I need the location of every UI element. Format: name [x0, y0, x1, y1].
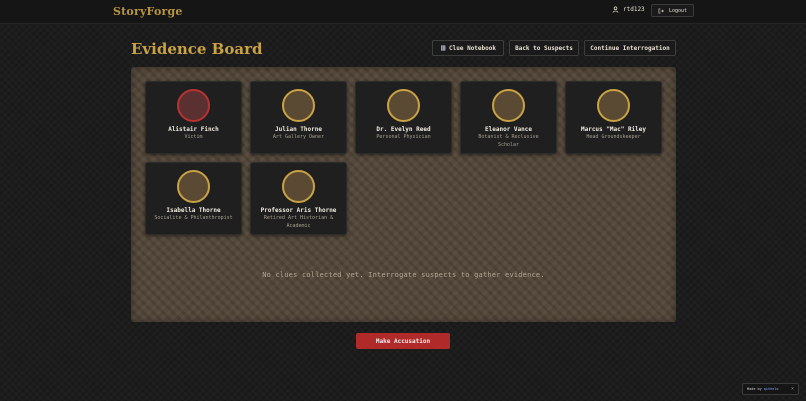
character-card[interactable]: Marcus "Mac" Riley Head Groundskeeper	[565, 81, 662, 154]
character-card[interactable]: Julian Thorne Art Gallery Owner	[250, 81, 347, 154]
avatar	[597, 89, 630, 122]
continue-interrogation-label: Continue Interrogation	[590, 44, 670, 52]
avatar	[492, 89, 525, 122]
evidence-board: Alistair Finch Victim Julian Thorne Art …	[131, 67, 676, 322]
avatar	[177, 89, 210, 122]
made-by-badge[interactable]: Made by qithelo ×	[742, 383, 799, 395]
user-info: rtd123	[612, 6, 645, 13]
made-by-name: qithelo	[763, 387, 779, 391]
character-card[interactable]: Eleanor Vance Botanist & Reclusive Schol…	[460, 81, 557, 154]
make-accusation-label: Make Accusation	[375, 337, 431, 345]
character-name: Marcus "Mac" Riley	[580, 126, 647, 133]
back-to-suspects-button[interactable]: Back to Suspects	[509, 40, 579, 56]
character-card[interactable]: Dr. Evelyn Reed Personal Physician	[355, 81, 452, 154]
character-name: Julian Thorne	[275, 126, 322, 133]
logout-icon	[658, 8, 664, 13]
character-name: Alistair Finch	[168, 126, 219, 133]
clue-notebook-button[interactable]: Clue Notebook	[432, 40, 504, 56]
avatar	[177, 170, 210, 203]
close-icon[interactable]: ×	[791, 386, 794, 392]
character-role: Head Groundskeeper	[586, 134, 641, 140]
character-role: Victim	[184, 134, 203, 140]
user-icon	[612, 6, 619, 13]
avatar	[282, 89, 315, 122]
back-to-suspects-label: Back to Suspects	[515, 44, 573, 52]
character-card[interactable]: Professor Aris Thorne Retired Art Histor…	[250, 162, 347, 235]
character-name: Eleanor Vance	[485, 126, 532, 133]
evidence-empty-message: No clues collected yet. Interrogate susp…	[262, 271, 545, 279]
made-by-prefix: Made by	[747, 387, 762, 391]
character-role: Art Gallery Owner	[272, 134, 325, 140]
logout-button[interactable]: Logout	[651, 4, 694, 17]
logout-label: Logout	[668, 7, 688, 14]
continue-interrogation-button[interactable]: Continue Interrogation	[584, 40, 676, 56]
character-role: Socialite & Philanthropist	[154, 215, 233, 221]
top-navbar: StoryForge rtd123 Logout	[0, 0, 806, 24]
notebook-icon	[441, 45, 446, 51]
clue-notebook-label: Clue Notebook	[449, 44, 496, 52]
character-name: Professor Aris Thorne	[260, 207, 337, 214]
character-role: Botanist & Reclusive Scholar	[478, 134, 539, 148]
make-accusation-button[interactable]: Make Accusation	[356, 333, 450, 349]
character-card[interactable]: Isabella Thorne Socialite & Philanthropi…	[145, 162, 242, 235]
character-card[interactable]: Alistair Finch Victim	[145, 81, 242, 154]
character-name: Isabella Thorne	[166, 207, 221, 214]
avatar	[387, 89, 420, 122]
avatar	[282, 170, 315, 203]
character-role: Personal Physician	[376, 134, 431, 140]
character-role: Retired Art Historian & Academic	[263, 215, 334, 229]
page-title: Evidence Board	[131, 40, 263, 58]
character-name: Dr. Evelyn Reed	[376, 126, 431, 133]
username: rtd123	[623, 6, 645, 13]
brand-logo[interactable]: StoryForge	[113, 5, 183, 18]
